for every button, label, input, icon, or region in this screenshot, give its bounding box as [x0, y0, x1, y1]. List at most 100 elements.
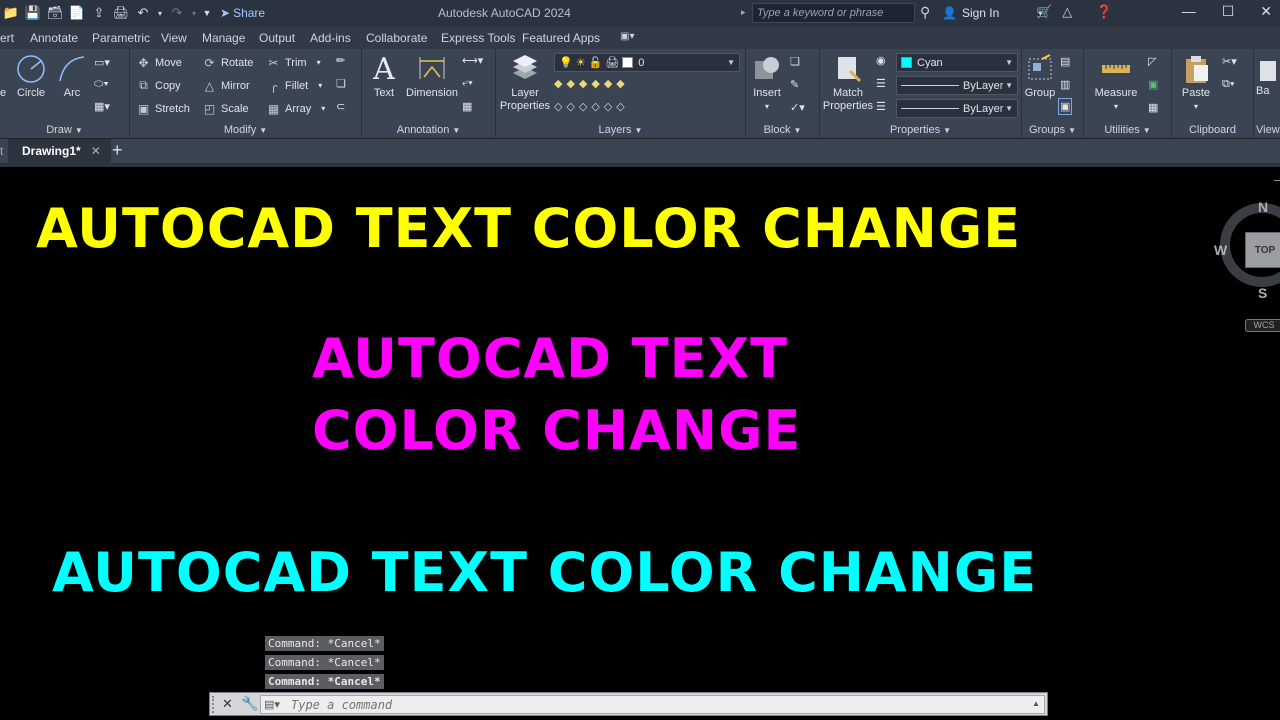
- lineweight-dropdown[interactable]: ByLayer ▼: [896, 99, 1018, 118]
- customize-qat-icon[interactable]: ▼: [202, 4, 212, 22]
- line-button[interactable]: e: [0, 53, 10, 100]
- command-input-field[interactable]: ▤▾ ▲: [260, 695, 1045, 714]
- lineweight-icon[interactable]: ☰: [876, 100, 886, 113]
- view-panel-title[interactable]: View: [1254, 124, 1280, 136]
- tab-featured-apps[interactable]: Featured Apps: [522, 31, 600, 45]
- layer-tools-row-2-icons[interactable]: ◇◇◇◇◇◇: [554, 100, 629, 113]
- search-icon[interactable]: ⚲: [920, 4, 930, 21]
- linear-dim-icon[interactable]: ⟷▾: [462, 54, 483, 67]
- viewcube-top-face[interactable]: TOP: [1245, 232, 1280, 268]
- quick-select-icon[interactable]: ◸: [1148, 55, 1156, 68]
- leader-icon[interactable]: ⤶▾: [462, 77, 473, 90]
- rotate-button[interactable]: ⟳ Rotate: [202, 55, 253, 70]
- compass-west-label[interactable]: W: [1214, 242, 1227, 258]
- close-icon[interactable]: ✕: [1260, 3, 1272, 20]
- ellipse-icon[interactable]: ⬭▾: [94, 78, 109, 91]
- hatch-icon[interactable]: ▦▾: [94, 100, 110, 113]
- wrench-icon[interactable]: 🔧: [241, 695, 258, 712]
- ungroup-icon[interactable]: ▤: [1060, 55, 1070, 68]
- move-button[interactable]: ✥ Move: [136, 55, 181, 70]
- attribute-icon[interactable]: ✓▾: [790, 101, 805, 114]
- scale-button[interactable]: ◰ Scale: [202, 101, 249, 116]
- new-tab-icon[interactable]: +: [112, 140, 123, 161]
- utilities-panel-title[interactable]: Utilities ▼: [1084, 124, 1171, 136]
- linetype-dropdown[interactable]: ByLayer ▼: [896, 76, 1018, 95]
- search-expand-icon[interactable]: ▸: [741, 7, 746, 18]
- modify-panel-title[interactable]: Modify ▼: [130, 124, 361, 136]
- edit-block-icon[interactable]: ✎: [790, 78, 799, 91]
- table-icon[interactable]: ▦: [462, 100, 472, 113]
- stretch-button[interactable]: ▣ Stretch: [136, 101, 190, 116]
- undo-dropdown-icon[interactable]: ▾: [156, 4, 164, 22]
- base-button[interactable]: Ba: [1256, 53, 1280, 98]
- save-as-icon[interactable]: 🗃: [46, 4, 64, 22]
- block-panel-title[interactable]: Block ▼: [746, 124, 819, 136]
- measure-button[interactable]: Measure ▾: [1088, 53, 1144, 113]
- layer-tools-row-1-icons[interactable]: ◆◆◆◆◆◆: [554, 77, 629, 90]
- mirror-button[interactable]: △ Mirror: [202, 78, 250, 93]
- array-button[interactable]: ▦ Array ▾: [266, 101, 325, 116]
- open-web-icon[interactable]: 📄: [68, 4, 86, 22]
- insert-button[interactable]: Insert ▾: [748, 53, 786, 113]
- yellow-text-object[interactable]: AUTOCAD TEXT COLOR CHANGE: [36, 197, 1021, 260]
- autodesk-app-icon[interactable]: △: [1062, 4, 1072, 20]
- tab-express-tools[interactable]: Express Tools: [441, 31, 515, 45]
- copy-clip-icon[interactable]: ⧉▾: [1222, 78, 1234, 91]
- save-icon[interactable]: 💾: [24, 4, 42, 22]
- command-input[interactable]: [291, 697, 1011, 713]
- compass-south-label[interactable]: S: [1258, 285, 1267, 301]
- tab-drawing1[interactable]: Drawing1* ✕: [8, 139, 111, 163]
- help-icon[interactable]: ❓: [1096, 4, 1112, 20]
- undo-icon[interactable]: ↶: [134, 4, 152, 22]
- color-dropdown[interactable]: Cyan ▼: [896, 53, 1018, 72]
- close-tab-icon[interactable]: ✕: [91, 144, 101, 163]
- start-tab-edge[interactable]: t: [0, 144, 3, 158]
- annotation-panel-title[interactable]: Annotation ▼: [362, 124, 495, 136]
- compass-north-label[interactable]: N: [1258, 199, 1268, 215]
- layers-panel-title[interactable]: Layers ▼: [496, 124, 745, 136]
- group-select-icon[interactable]: ▣: [1058, 98, 1073, 115]
- create-block-icon[interactable]: ❏: [790, 55, 800, 68]
- plot-icon[interactable]: 🖨: [112, 4, 130, 22]
- viewcube[interactable]: N S W TOP: [1212, 195, 1280, 301]
- paste-button[interactable]: Paste ▾: [1176, 53, 1216, 113]
- calculator-icon[interactable]: ▦: [1148, 101, 1158, 114]
- maximize-icon[interactable]: ☐: [1222, 3, 1235, 20]
- tab-output[interactable]: Output: [259, 31, 295, 45]
- search-input[interactable]: Type a keyword or phrase: [752, 3, 915, 23]
- linetype-icon[interactable]: ☰: [876, 77, 886, 90]
- export-icon[interactable]: ⇪: [90, 4, 108, 22]
- select-all-icon[interactable]: ▣: [1148, 78, 1158, 91]
- properties-panel-title[interactable]: Properties ▼: [820, 124, 1021, 136]
- clipboard-panel-title[interactable]: Clipboard: [1172, 124, 1253, 136]
- cut-icon[interactable]: ✂▾: [1222, 55, 1237, 68]
- tab-manage[interactable]: Manage: [202, 31, 245, 45]
- tab-annotate[interactable]: Annotate: [30, 31, 78, 45]
- cyan-text-object[interactable]: AUTOCAD TEXT COLOR CHANGE: [52, 541, 1037, 604]
- sign-in-button[interactable]: 👤 Sign In ▾: [942, 6, 1042, 20]
- layer-dropdown[interactable]: 💡 ☀ 🔓 🖨 0 ▼: [554, 53, 740, 72]
- magenta-text-object[interactable]: AUTOCAD TEXT COLOR CHANGE: [312, 323, 801, 467]
- color-wheel-icon[interactable]: ◉: [876, 54, 886, 67]
- drawing-canvas[interactable]: AUTOCAD TEXT COLOR CHANGE AUTOCAD TEXT C…: [0, 163, 1280, 720]
- group-button[interactable]: Group: [1022, 53, 1058, 100]
- close-command-line-icon[interactable]: ✕: [222, 696, 233, 712]
- text-button[interactable]: A Text: [366, 53, 402, 100]
- minimize-icon[interactable]: —: [1182, 3, 1196, 20]
- wcs-menu[interactable]: WCS: [1245, 319, 1280, 332]
- command-prompt-icon[interactable]: ▤▾: [264, 698, 280, 711]
- ribbon-toggle-icon[interactable]: ▣▾: [620, 31, 634, 42]
- circle-button[interactable]: Circle: [12, 53, 50, 100]
- trim-button[interactable]: ✂ Trim ▾: [266, 55, 320, 70]
- command-line-grip[interactable]: [212, 696, 216, 713]
- tab-parametric[interactable]: Parametric: [92, 31, 150, 45]
- erase-icon[interactable]: ✏: [336, 54, 345, 67]
- cart-icon[interactable]: 🛒: [1036, 4, 1052, 20]
- tab-collaborate[interactable]: Collaborate: [366, 31, 427, 45]
- chevron-up-icon[interactable]: ▲: [1032, 699, 1040, 708]
- draw-panel-title[interactable]: Draw ▼: [0, 124, 129, 136]
- redo-dropdown-icon[interactable]: ▾: [190, 4, 198, 22]
- share-button[interactable]: ➤ Share: [220, 6, 265, 20]
- redo-icon[interactable]: ↷: [168, 4, 186, 22]
- rectangle-icon[interactable]: ▭▾: [94, 56, 110, 69]
